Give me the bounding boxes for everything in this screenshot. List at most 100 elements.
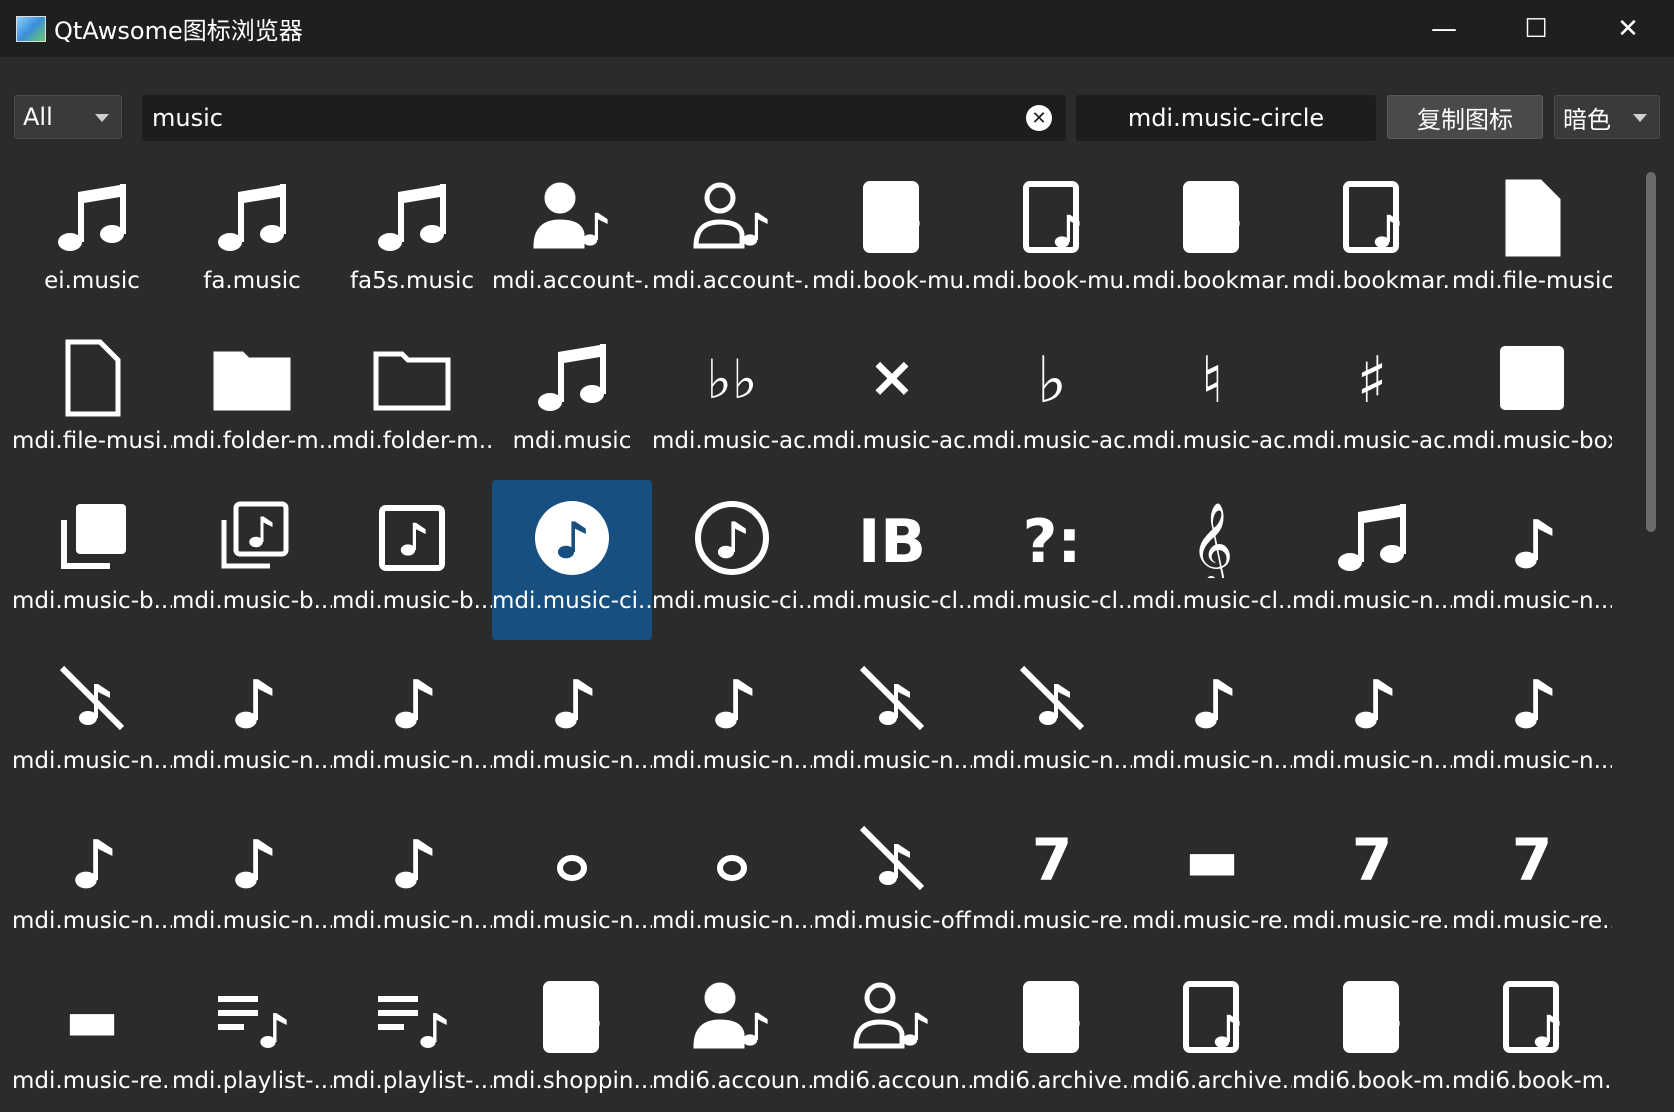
icon-label: mdi.book-mu... <box>812 268 972 294</box>
icon-cell[interactable]: mdi.file-music <box>1452 172 1612 320</box>
icon-cell[interactable]: mdi.music-n... <box>12 640 172 800</box>
icon-cell[interactable]: mdi6.archive... <box>972 960 1132 1102</box>
maximize-icon[interactable]: ☐ <box>1490 0 1582 57</box>
selected-icon-name[interactable]: mdi.music-circle <box>1076 95 1376 141</box>
theme-select[interactable]: 暗色 <box>1554 95 1660 139</box>
svg-text:♭: ♭ <box>1037 344 1067 418</box>
icon-cell[interactable]: mdi.music-n... <box>812 640 972 800</box>
icon-cell[interactable]: mdi.music-box <box>1452 320 1612 480</box>
icon-cell[interactable]: mdi.shoppin... <box>492 960 652 1102</box>
bookmark-music-icon <box>1172 178 1252 258</box>
playlist-music-icon <box>212 978 292 1058</box>
icon-label: mdi.music-n... <box>652 908 812 934</box>
icon-cell[interactable]: mdi.music-b... <box>172 480 332 640</box>
icon-label: mdi.music-cl... <box>1132 588 1292 614</box>
icon-cell[interactable]: mdi.playlist-... <box>332 960 492 1102</box>
icon-cell[interactable]: mdi.music-n... <box>492 800 652 960</box>
icon-cell[interactable]: mdi.music-ci... <box>492 480 652 640</box>
icon-cell[interactable]: ?: mdi.music-cl... <box>972 480 1132 640</box>
icon-cell[interactable]: mdi6.accoun... <box>812 960 972 1102</box>
icon-cell[interactable]: ▬ mdi.music-re... <box>1132 800 1292 960</box>
minimize-icon[interactable]: — <box>1398 0 1490 57</box>
icon-grid: ei.music fa.music fa5s.music mdi.account-..… <box>12 172 1652 1102</box>
icon-label: mdi.account-... <box>492 268 652 294</box>
icon-cell[interactable]: mdi.music-ci... <box>652 480 812 640</box>
icon-label: mdi.music-n... <box>1132 748 1292 774</box>
icon-cell[interactable]: mdi.bookmar... <box>1292 172 1452 320</box>
music-note-eighth-icon <box>212 658 292 738</box>
icon-cell[interactable]: fa.music <box>172 172 332 320</box>
icon-cell[interactable]: mdi.music-off <box>812 800 972 960</box>
icon-cell[interactable]: mdi.playlist-... <box>172 960 332 1102</box>
icon-cell[interactable]: ♯ mdi.music-ac... <box>1292 320 1452 480</box>
icon-label: mdi.playlist-... <box>172 1068 332 1094</box>
icon-cell[interactable]: mdi.file-musi... <box>12 320 172 480</box>
icon-cell[interactable]: mdi.music-n... <box>172 640 332 800</box>
account-music-icon <box>692 978 772 1058</box>
icon-cell[interactable]: mdi.bookmar... <box>1132 172 1292 320</box>
icon-cell[interactable]: mdi6.accoun... <box>652 960 812 1102</box>
icon-cell[interactable]: mdi.music-b... <box>12 480 172 640</box>
account-music-outline-icon <box>852 978 932 1058</box>
icon-cell[interactable]: 7 mdi.music-re... <box>972 800 1132 960</box>
icon-cell[interactable]: mdi6.book-m... <box>1292 960 1452 1102</box>
icon-cell[interactable]: ♮ mdi.music-ac... <box>1132 320 1292 480</box>
icon-cell[interactable]: 7 mdi.music-re... <box>1452 800 1612 960</box>
icon-cell[interactable]: mdi.music-n... <box>12 800 172 960</box>
music-note-bluetooth-icon <box>1492 498 1572 578</box>
scrollbar-thumb[interactable] <box>1646 172 1656 532</box>
icon-cell[interactable]: mdi.music-n... <box>332 640 492 800</box>
icon-cell[interactable]: mdi6.archive... <box>1132 960 1292 1102</box>
icon-cell[interactable]: mdi.music-b... <box>332 480 492 640</box>
icon-cell[interactable]: × mdi.music-ac... <box>812 320 972 480</box>
icon-cell[interactable]: mdi6.book-m... <box>1452 960 1612 1102</box>
music-note-eighth-dotted-icon <box>372 658 452 738</box>
close-icon[interactable]: ✕ <box>1582 0 1674 57</box>
toolbar: All music ✕ mdi.music-circle 复制图标 暗色 <box>14 95 1660 141</box>
icon-label: mdi.music-n... <box>1452 588 1612 614</box>
icon-cell[interactable]: mdi.book-mu... <box>812 172 972 320</box>
icon-cell[interactable]: ♭♭ mdi.music-ac... <box>652 320 812 480</box>
title-bar: QtAwsome图标浏览器 — ☐ ✕ <box>0 0 1674 57</box>
icon-cell[interactable]: ♭ mdi.music-ac... <box>972 320 1132 480</box>
icon-cell[interactable]: mdi.music-n... <box>1452 480 1612 640</box>
icon-cell[interactable]: mdi.folder-m... <box>332 320 492 480</box>
icon-label: ei.music <box>44 268 140 294</box>
icon-cell[interactable]: mdi.music-n... <box>172 800 332 960</box>
icon-cell[interactable]: mdi.account-... <box>492 172 652 320</box>
icon-cell[interactable]: mdi.music-n... <box>1452 640 1612 800</box>
copy-icon-button[interactable]: 复制图标 <box>1387 95 1543 139</box>
icon-cell[interactable]: mdi.music-n... <box>1132 640 1292 800</box>
icon-set-filter[interactable]: All <box>14 95 122 139</box>
icon-cell[interactable]: mdi.book-mu... <box>972 172 1132 320</box>
icon-label: mdi.music-re... <box>12 1068 172 1094</box>
icon-cell[interactable]: ▬ mdi.music-re... <box>12 960 172 1102</box>
icon-cell[interactable]: ei.music <box>12 172 172 320</box>
music-clef-alto-icon: IB <box>852 498 932 578</box>
icon-cell[interactable]: mdi.music-n... <box>972 640 1132 800</box>
icon-cell[interactable]: mdi.music-n... <box>492 640 652 800</box>
icon-cell[interactable]: 𝄞 mdi.music-cl... <box>1132 480 1292 640</box>
icon-cell[interactable]: 7 mdi.music-re... <box>1292 800 1452 960</box>
icon-cell[interactable]: mdi.music-n... <box>1292 480 1452 640</box>
vertical-scrollbar[interactable] <box>1646 172 1656 1102</box>
icon-cell[interactable]: mdi.music-n... <box>332 800 492 960</box>
icon-cell[interactable]: mdi.music-n... <box>1292 640 1452 800</box>
icon-cell[interactable]: IB mdi.music-cl... <box>812 480 972 640</box>
music-note-icon <box>1332 498 1412 578</box>
icon-cell[interactable]: mdi.music-n... <box>652 640 812 800</box>
svg-text:7: 7 <box>1032 826 1072 894</box>
archive-music-icon <box>1012 978 1092 1058</box>
icon-cell[interactable]: fa5s.music <box>332 172 492 320</box>
icon-label: mdi.music-n... <box>12 908 172 934</box>
search-input[interactable]: music ✕ <box>142 95 1066 141</box>
icon-cell[interactable]: mdi.music-n... <box>652 800 812 960</box>
icon-cell[interactable]: mdi.music <box>492 320 652 480</box>
clear-icon[interactable]: ✕ <box>1026 105 1052 131</box>
music-box-multiple-icon <box>52 498 132 578</box>
icon-cell[interactable]: mdi.folder-m... <box>172 320 332 480</box>
music-note-icon <box>372 178 452 258</box>
icon-cell[interactable]: mdi.account-... <box>652 172 812 320</box>
svg-text:▬: ▬ <box>1185 826 1240 894</box>
svg-text:7: 7 <box>1352 826 1392 894</box>
